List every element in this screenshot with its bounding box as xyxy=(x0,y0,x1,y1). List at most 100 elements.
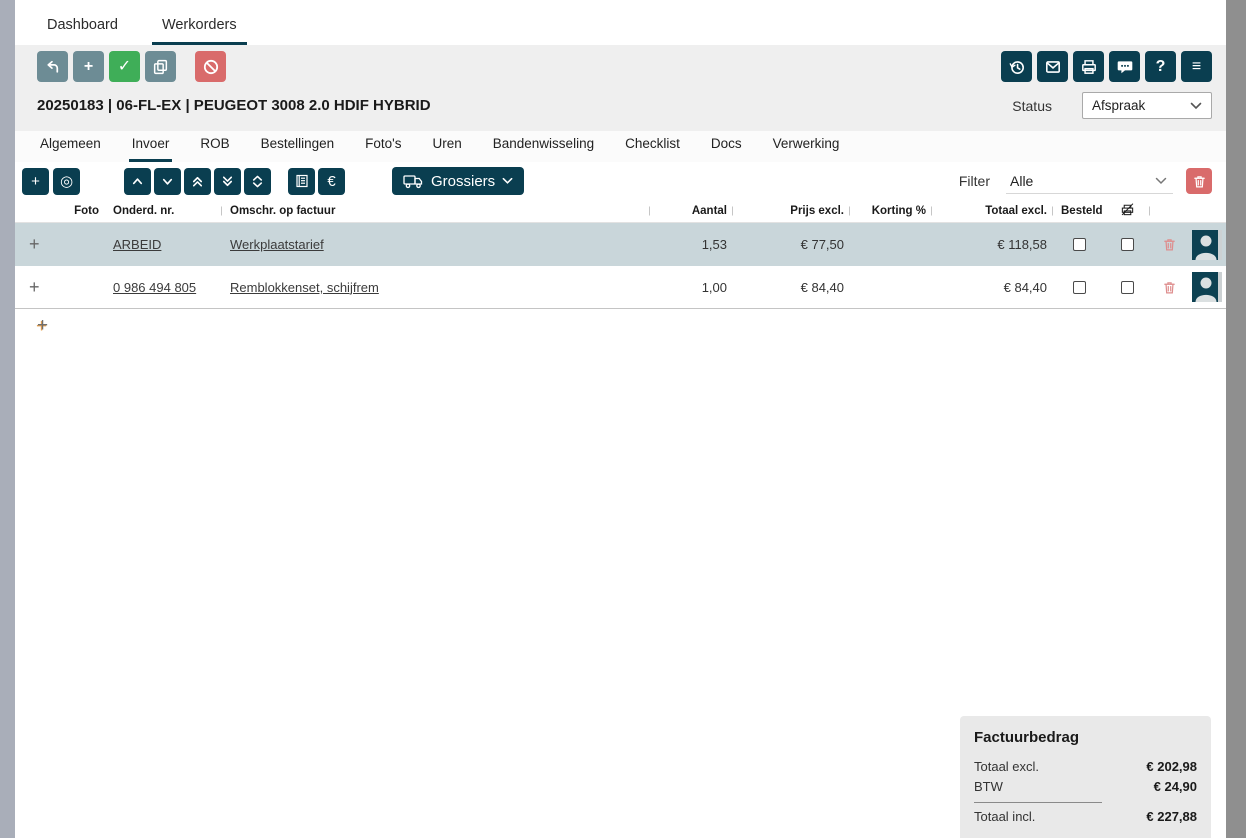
back-arrow-icon xyxy=(44,58,61,75)
mail-button[interactable] xyxy=(1037,51,1068,82)
tab-bandenwisseling[interactable]: Bandenwisseling xyxy=(490,136,597,162)
move-up-button[interactable] xyxy=(124,168,151,195)
header-besteld[interactable]: Besteld xyxy=(1053,205,1105,217)
tab-bestellingen[interactable]: Bestellingen xyxy=(258,136,338,162)
row-expander[interactable]: + xyxy=(23,234,40,254)
page-title: 20250183 | 06-FL-EX | PEUGEOT 3008 2.0 H… xyxy=(37,97,431,114)
price-button[interactable]: € xyxy=(318,168,345,195)
history-button[interactable] xyxy=(1001,51,1032,82)
tab-werkorders[interactable]: Werkorders xyxy=(152,17,247,45)
help-button[interactable]: ? xyxy=(1145,51,1176,82)
chat-button[interactable] xyxy=(1109,51,1140,82)
totaal-excl-label: Totaal excl. xyxy=(974,757,1039,777)
header-totaal-excl[interactable]: Totaal excl. xyxy=(932,205,1053,217)
history-icon xyxy=(1008,58,1026,76)
confirm-button[interactable]: ✓ xyxy=(109,51,140,82)
delete-row-icon[interactable] xyxy=(1162,280,1177,295)
catalog-button[interactable] xyxy=(288,168,315,195)
btw-label: BTW xyxy=(974,777,1003,797)
plus-icon: + xyxy=(84,59,93,75)
onderd-nr-link[interactable]: ARBEID xyxy=(113,237,161,252)
werkorder-screen: Dashboard Werkorders + ✓ xyxy=(15,0,1226,838)
table-row[interactable]: + ARBEID Werkplaatstarief 1,53 € 77,50 €… xyxy=(15,223,1226,266)
tab-algemeen[interactable]: Algemeen xyxy=(37,136,104,162)
visibility-button[interactable]: ◎ xyxy=(53,168,80,195)
menu-button[interactable]: ≡ xyxy=(1181,51,1212,82)
filter-select[interactable]: Alle xyxy=(1006,168,1173,194)
grossiers-button[interactable]: Grossiers xyxy=(392,167,524,195)
werkorder-tab-bar: Algemeen Invoer ROB Bestellingen Foto's … xyxy=(15,131,1226,162)
mail-icon xyxy=(1044,58,1062,76)
invoice-summary-title: Factuurbedrag xyxy=(974,729,1197,746)
add-button[interactable]: + xyxy=(73,51,104,82)
sort-button[interactable] xyxy=(244,168,271,195)
tab-dashboard[interactable]: Dashboard xyxy=(37,17,128,45)
tab-invoer[interactable]: Invoer xyxy=(129,136,173,162)
action-toolbar: + ✓ xyxy=(37,51,1212,82)
trash-icon xyxy=(1192,174,1207,189)
catalog-icon xyxy=(294,173,310,189)
header-omschrijving[interactable]: Omschr. op factuur xyxy=(222,205,650,217)
besteld-checkbox[interactable] xyxy=(1073,238,1086,251)
row-expander[interactable]: + xyxy=(23,277,40,297)
visibility-icon: ◎ xyxy=(60,172,73,190)
chevron-down-icon xyxy=(1155,177,1167,185)
table-header-row: Foto Onderd. nr. Omschr. op factuur Aant… xyxy=(15,200,1226,223)
add-line-button[interactable]: + xyxy=(22,168,49,195)
besteld-checkbox[interactable] xyxy=(1073,281,1086,294)
mechanic-avatar[interactable] xyxy=(1192,230,1222,260)
status-select-value: Afspraak xyxy=(1092,98,1145,113)
prijs-excl-value: € 77,50 xyxy=(733,237,850,252)
onderd-nr-link[interactable]: 0 986 494 805 xyxy=(113,280,196,295)
delete-lines-button[interactable] xyxy=(1186,168,1212,194)
chat-icon xyxy=(1116,58,1134,76)
table-row[interactable]: + 0 986 494 805 Remblokkenset, schijfrem… xyxy=(15,266,1226,309)
no-print-checkbox[interactable] xyxy=(1121,281,1134,294)
header-foto[interactable]: Foto xyxy=(50,205,105,217)
header-onderd-nr[interactable]: Onderd. nr. xyxy=(105,205,222,217)
cancel-werkorder-button[interactable] xyxy=(195,51,226,82)
no-print-checkbox[interactable] xyxy=(1121,238,1134,251)
grossiers-label: Grossiers xyxy=(431,173,495,190)
mechanic-avatar[interactable] xyxy=(1192,272,1222,302)
tab-uren[interactable]: Uren xyxy=(430,136,465,162)
status-select[interactable]: Afspraak xyxy=(1082,92,1212,119)
print-button[interactable] xyxy=(1073,51,1104,82)
move-top-button[interactable] xyxy=(184,168,211,195)
help-icon: ? xyxy=(1156,59,1166,75)
truck-icon xyxy=(403,174,424,189)
tab-checklist[interactable]: Checklist xyxy=(622,136,683,162)
tab-docs[interactable]: Docs xyxy=(708,136,745,162)
top-tab-bar: Dashboard Werkorders xyxy=(15,0,1226,45)
omschrijving-link[interactable]: Werkplaatstarief xyxy=(230,237,324,252)
copy-button[interactable] xyxy=(145,51,176,82)
header-korting[interactable]: Korting % xyxy=(850,205,932,217)
move-bottom-button[interactable] xyxy=(214,168,241,195)
aantal-value: 1,00 xyxy=(650,280,733,295)
sort-up-down-icon xyxy=(250,174,265,189)
double-chevron-down-icon xyxy=(220,174,235,189)
header-no-print[interactable] xyxy=(1105,202,1150,220)
back-button[interactable] xyxy=(37,51,68,82)
chevron-down-icon xyxy=(502,177,513,185)
scrollbar[interactable] xyxy=(1226,0,1246,838)
left-edge-strip xyxy=(0,0,15,838)
move-down-button[interactable] xyxy=(154,168,181,195)
parts-toolbar: + ◎ € xyxy=(15,162,1226,200)
tab-verwerking[interactable]: Verwerking xyxy=(770,136,843,162)
delete-row-icon[interactable] xyxy=(1162,237,1177,252)
header-aantal[interactable]: Aantal xyxy=(650,205,733,217)
filter-select-value: Alle xyxy=(1010,173,1033,189)
totaal-excl-value: € 84,40 xyxy=(932,280,1053,295)
tab-rob[interactable]: ROB xyxy=(197,136,232,162)
header-band: + ✓ xyxy=(15,45,1226,131)
add-row-button[interactable]: + xyxy=(37,315,48,337)
tab-fotos[interactable]: Foto's xyxy=(362,136,404,162)
print-icon xyxy=(1080,58,1098,76)
summary-divider xyxy=(974,802,1102,803)
aantal-value: 1,53 xyxy=(650,237,733,252)
euro-icon: € xyxy=(327,173,335,190)
chevron-up-icon xyxy=(130,174,145,189)
header-prijs-excl[interactable]: Prijs excl. xyxy=(733,205,850,217)
omschrijving-link[interactable]: Remblokkenset, schijfrem xyxy=(230,280,379,295)
